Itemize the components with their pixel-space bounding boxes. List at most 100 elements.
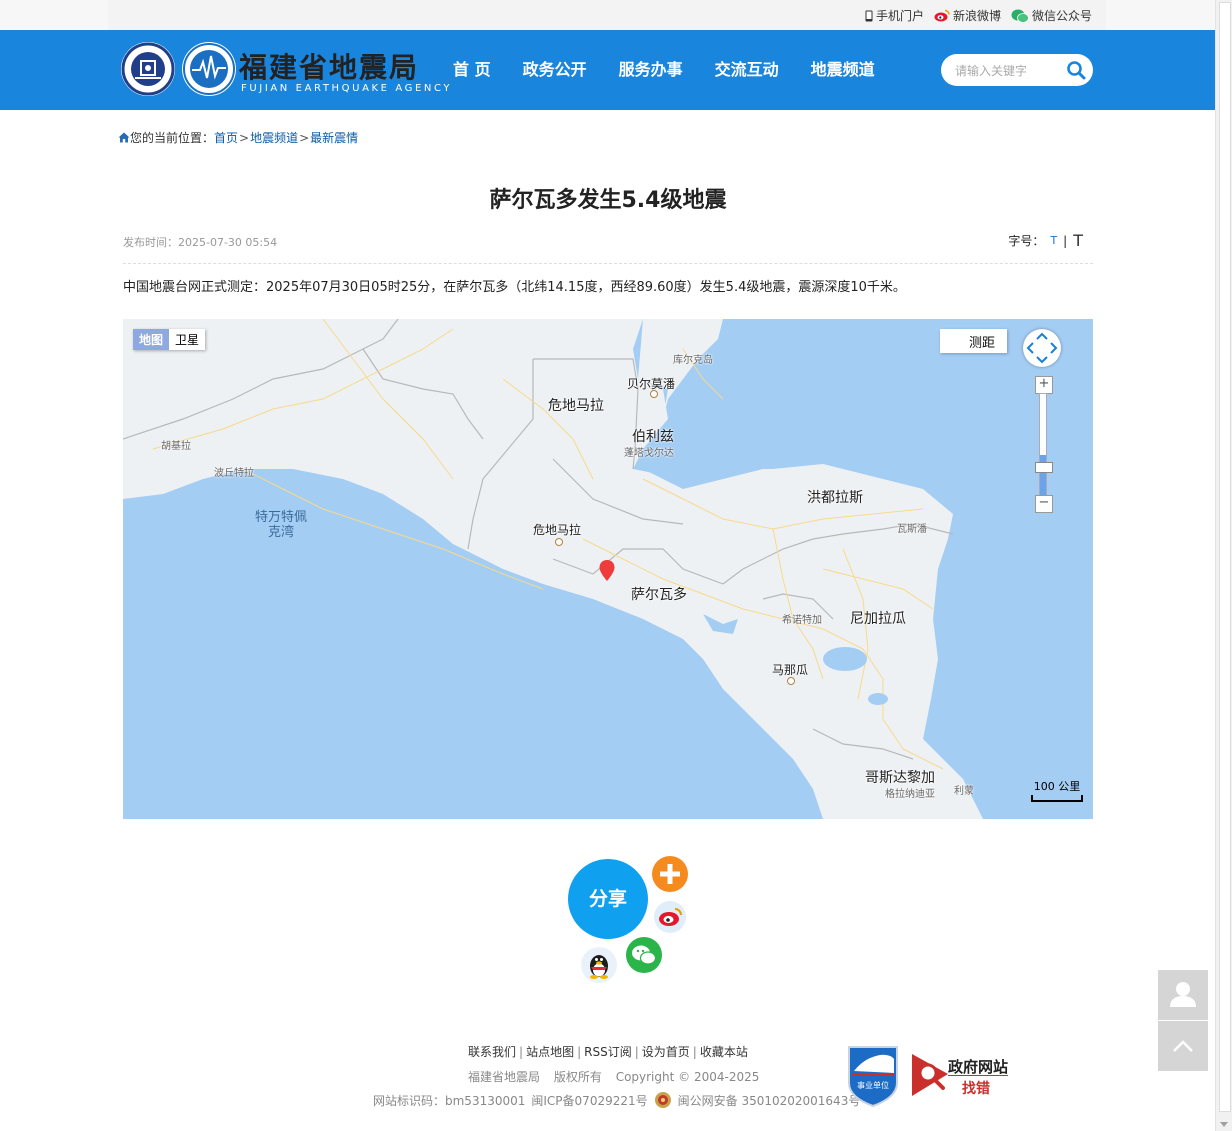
footer-owner: 福建省地震局: [468, 1070, 541, 1084]
top-bar-inner: 手机门户 新浪微博 微信公众号: [108, 0, 1106, 30]
map-label-belize: 伯利兹: [632, 429, 674, 445]
font-small-button[interactable]: T: [1050, 234, 1057, 247]
map-label-caye: 库尔克岛: [673, 355, 713, 366]
map-label-el-salvador: 萨尔瓦多: [631, 587, 687, 603]
top-links: 手机门户 新浪微博 微信公众号: [865, 7, 1092, 24]
breadcrumb-earthquake-channel[interactable]: 地震频道: [250, 129, 298, 146]
nav-interaction[interactable]: 交流互动: [699, 30, 795, 110]
map-pan-control[interactable]: [1023, 329, 1061, 367]
map-label-gulf-line1: 特万特佩: [255, 510, 308, 525]
font-size-label: 字号：: [1008, 234, 1045, 248]
search-icon: [1067, 61, 1086, 80]
map-label-jinotega: 希诺特加: [782, 615, 822, 626]
share-more-button[interactable]: [652, 856, 688, 892]
page: 手机门户 新浪微博 微信公众号 福建省地震局 FUJIAN EARTHQUAKE…: [0, 0, 1215, 1131]
nav-government-affairs[interactable]: 政务公开: [507, 30, 603, 110]
map-type-satellite-button[interactable]: 卫星: [169, 329, 206, 350]
wechat-link[interactable]: 微信公众号: [1011, 7, 1092, 24]
footer-set-home-link[interactable]: 设为首页: [642, 1045, 690, 1059]
weibo-icon: [934, 9, 950, 22]
map-label-nicaragua: 尼加拉瓜: [850, 611, 906, 627]
mobile-phone-icon: [865, 10, 873, 21]
map-label-guatemala-region: 危地马拉: [548, 398, 604, 414]
publish-date: 发布时间：2025-07-30 05:54: [123, 236, 278, 249]
chevron-right-icon: >: [239, 130, 250, 145]
footer-contact-link[interactable]: 联系我们: [468, 1045, 516, 1059]
breadcrumb-prefix: 您的当前位置：: [130, 131, 215, 145]
map-scale-bar: [1031, 795, 1083, 802]
back-to-top-button[interactable]: [1158, 1021, 1208, 1071]
font-size-separator: |: [1063, 233, 1068, 248]
pan-arrows-icon: [1026, 332, 1058, 364]
scroll-down-arrow-icon[interactable]: [1220, 1122, 1228, 1127]
weibo-label: 新浪微博: [952, 9, 1001, 23]
search-button[interactable]: [1065, 59, 1087, 81]
footer-links: 联系我们 | 站点地图 | RSS订阅 | 设为首页 | 收藏本站: [468, 1043, 748, 1060]
fjea-emblem-icon: [182, 42, 236, 96]
magnifier-report-icon: [912, 1054, 948, 1096]
weibo-icon: [659, 908, 682, 926]
search-box: [941, 54, 1093, 86]
gov-website-sub: 找错: [962, 1081, 990, 1097]
map-type-switch: 地图 卫星: [133, 329, 206, 350]
mobile-portal-link[interactable]: 手机门户: [865, 7, 924, 24]
footer-divider: |: [519, 1045, 524, 1059]
footer-icp-link[interactable]: 闽ICP备07029221号: [531, 1092, 647, 1109]
footer-bookmark-link[interactable]: 收藏本站: [700, 1045, 748, 1059]
font-large-button[interactable]: T: [1073, 231, 1083, 250]
breadcrumb-latest[interactable]: 最新震情: [310, 129, 358, 146]
wechat-label: 微信公众号: [1031, 9, 1092, 23]
map-label-limon: 利蒙: [954, 786, 974, 797]
nav-earthquake-channel[interactable]: 地震频道: [795, 30, 891, 110]
scrollbar-thumb[interactable]: [1219, 2, 1231, 1112]
zoom-out-button[interactable]: −: [1035, 495, 1053, 513]
share-wechat-button[interactable]: [626, 937, 662, 973]
vertical-scrollbar[interactable]: [1215, 0, 1232, 1131]
zoom-in-button[interactable]: +: [1035, 376, 1053, 394]
epicenter-marker-icon[interactable]: [599, 560, 615, 582]
map-label-gulf-line2: 克湾: [268, 525, 295, 540]
qq-penguin-icon: [590, 955, 608, 979]
footer-sitemap-link[interactable]: 站点地图: [526, 1045, 574, 1059]
zoom-slider-handle[interactable]: [1035, 462, 1053, 473]
breadcrumb-home[interactable]: 首页: [214, 129, 238, 146]
public-institution-badge[interactable]: 事业单位: [846, 1043, 900, 1108]
home-icon: [118, 132, 130, 143]
footer-copyright: 福建省地震局 版权所有 Copyright © 2004-2025: [468, 1068, 769, 1085]
map-label-gulf-tehuantepec: 特万特佩 克湾: [255, 510, 307, 540]
map-label-costa-rica: 哥斯达黎加: [865, 770, 935, 786]
map-scale: 100 公里: [1031, 778, 1083, 802]
ruler-icon: [944, 336, 962, 345]
gov-website-error-report[interactable]: 政府网站 找错: [910, 1052, 1010, 1098]
user-center-button[interactable]: [1158, 970, 1208, 1020]
measure-distance-label: 测距: [968, 336, 995, 351]
search-input[interactable]: [953, 60, 1062, 82]
plus-icon: [660, 864, 680, 884]
share-qq-button[interactable]: [581, 947, 617, 983]
map-label-punta-gorda: 蓬塔戈尔达: [624, 448, 674, 459]
badge-unit-label: 事业单位: [857, 1080, 889, 1090]
weibo-link[interactable]: 新浪微博: [934, 7, 1001, 24]
map-label-guatemala-city: 危地马拉: [533, 523, 582, 537]
share-button[interactable]: 分享: [568, 859, 648, 939]
gov-website-title: 政府网站: [948, 1058, 1009, 1076]
zoom-level-fill: [1040, 455, 1046, 495]
footer-police-link[interactable]: 闽公网安备 35010202001643号: [678, 1092, 861, 1109]
share-weibo-button[interactable]: [654, 901, 686, 933]
footer-rss-link[interactable]: RSS订阅: [584, 1045, 632, 1059]
footer-site-id: 网站标识码：bm53130001: [373, 1093, 526, 1108]
map-label-tapachula: 波丘特拉: [214, 468, 254, 479]
footer-copyright-years: Copyright © 2004-2025: [615, 1070, 760, 1084]
site-header: 福建省地震局 FUJIAN EARTHQUAKE AGENCY 首 页 政务公开…: [0, 30, 1215, 110]
measure-distance-button[interactable]: 测距: [940, 329, 1007, 353]
article-meta: 发布时间：2025-07-30 05:54 字号： T | T: [123, 229, 1093, 264]
breadcrumb: 您的当前位置： 首页 > 地震频道 > 最新震情: [118, 129, 358, 146]
epicenter-map[interactable]: 地图 卫星 测距 + − 100 公里 危地马拉 贝尔莫潘 伯利兹 蓬塔戈尔达 …: [123, 319, 1093, 819]
nav-home[interactable]: 首 页: [437, 30, 507, 110]
chevron-up-icon: [1173, 1040, 1193, 1052]
map-type-map-button[interactable]: 地图: [133, 329, 170, 350]
map-label-huixtla: 胡基拉: [161, 441, 191, 452]
zoom-slider-track[interactable]: [1039, 393, 1047, 496]
nav-services[interactable]: 服务办事: [603, 30, 699, 110]
map-city-dot: [650, 390, 658, 398]
